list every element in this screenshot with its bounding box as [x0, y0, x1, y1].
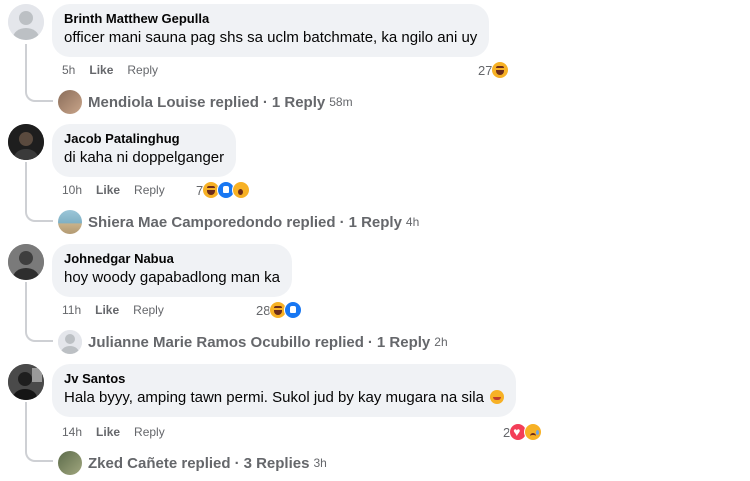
comment-author[interactable]: Brinth Matthew Gepulla — [64, 11, 477, 27]
replied-label: replied — [181, 454, 231, 472]
avatar — [58, 451, 82, 475]
reply-count: 1 Reply — [271, 93, 326, 111]
view-replies-link[interactable]: Shiera Mae Camporedondo replied · 1 Reply … — [58, 210, 419, 234]
comment-time[interactable]: 10h — [62, 183, 82, 197]
thread-elbow — [25, 330, 53, 342]
avatar — [58, 90, 82, 114]
angry-face-emoji-icon — [490, 390, 505, 404]
comment-actions: 14h Like Reply — [62, 425, 165, 439]
reaction-summary[interactable]: 28 — [256, 301, 303, 319]
reply-button[interactable]: Reply — [133, 303, 164, 317]
avatar[interactable] — [8, 244, 44, 280]
reply-count: 3 Replies — [243, 454, 310, 472]
reaction-count: 28 — [256, 302, 271, 318]
like-button[interactable]: Like — [95, 303, 119, 317]
avatar[interactable] — [8, 4, 44, 40]
sad-reaction-icon — [524, 423, 543, 441]
separator: · — [262, 93, 268, 111]
comment-time[interactable]: 14h — [62, 425, 82, 439]
comment-text: Hala byyy, amping tawn permi. Sukol jud … — [64, 388, 505, 408]
comment-bubble: Jacob Patalinghug di kaha ni doppelgange… — [52, 124, 237, 177]
reply-count: 1 Reply — [348, 213, 402, 231]
separator: · — [339, 213, 345, 231]
comment-actions: 5h Like Reply — [62, 63, 158, 77]
profile-photo-icon — [8, 364, 44, 400]
like-button[interactable]: Like — [89, 63, 113, 77]
replier-name: Mendiola Louise — [88, 93, 206, 111]
reply-count: 1 Reply — [376, 333, 431, 351]
replied-label: replied — [314, 333, 364, 351]
comment-author[interactable]: Johnedgar Nabua — [64, 251, 280, 267]
avatar[interactable] — [8, 364, 44, 400]
profile-photo-icon — [8, 244, 44, 280]
reply-button[interactable]: Reply — [134, 425, 165, 439]
comment-bubble: Jv Santos Hala byyy, amping tawn permi. … — [52, 364, 517, 417]
comment-author[interactable]: Jv Santos — [64, 371, 504, 387]
reply-button[interactable]: Reply — [134, 183, 165, 197]
thread-elbow — [25, 90, 53, 102]
reaction-summary[interactable]: 27 — [478, 61, 510, 79]
like-reaction-icon — [284, 301, 303, 319]
view-replies-link[interactable]: Mendiola Louise replied · 1 Reply 58m — [58, 90, 353, 114]
haha-reaction-icon — [491, 61, 510, 79]
reply-time: 4h — [405, 215, 420, 229]
thread-line — [25, 44, 27, 92]
reply-time: 2h — [434, 335, 448, 349]
reaction-count: 27 — [478, 62, 493, 78]
comment-text: di kaha ni doppelganger — [64, 149, 225, 166]
reply-button[interactable]: Reply — [127, 63, 158, 77]
thread-line — [25, 162, 27, 212]
separator: · — [234, 454, 240, 472]
comment-text: hoy woody gapabadlong man ka — [64, 269, 280, 286]
wow-reaction-icon — [232, 181, 251, 199]
thread-line — [25, 282, 27, 332]
like-button[interactable]: Like — [96, 425, 120, 439]
view-replies-link[interactable]: Zked Cañete replied · 3 Replies 3h — [58, 451, 327, 475]
comment-time[interactable]: 11h — [62, 303, 81, 317]
separator: · — [367, 333, 373, 351]
view-replies-link[interactable]: Julianne Marie Ramos Ocubillo replied · 1 … — [58, 330, 448, 354]
replies-summary: Zked Cañete replied · 3 Replies — [88, 455, 309, 472]
default-profile-icon — [8, 4, 44, 40]
comment-text: officer mani sauna pag shs sa uclm batch… — [64, 29, 478, 46]
comment-time[interactable]: 5h — [62, 63, 75, 77]
thread-elbow — [25, 210, 53, 222]
replied-label: replied — [286, 213, 336, 231]
reply-time: 3h — [313, 456, 327, 470]
replies-summary: Shiera Mae Camporedondo replied · 1 Reply — [88, 214, 402, 231]
replier-name: Julianne Marie Ramos Ocubillo — [88, 333, 311, 351]
reaction-summary[interactable]: 2 — [503, 423, 543, 441]
comment-bubble: Brinth Matthew Gepulla officer mani saun… — [52, 4, 490, 57]
comment-actions: 10h Like Reply — [62, 183, 165, 197]
comment-bubble: Johnedgar Nabua hoy woody gapabadlong ma… — [52, 244, 292, 297]
comment-text-content: Hala byyy, amping tawn permi. Sukol jud … — [64, 389, 484, 406]
replies-summary: Mendiola Louise replied · 1 Reply — [88, 94, 325, 111]
replier-name: Shiera Mae Camporedondo — [88, 213, 283, 231]
thread-elbow — [25, 450, 53, 462]
default-profile-icon — [58, 330, 82, 354]
avatar[interactable] — [8, 124, 44, 160]
thread-line — [25, 402, 27, 452]
reaction-summary[interactable]: 7 — [196, 181, 251, 199]
comment-actions: 11h Like Reply — [62, 303, 164, 317]
replied-label: replied — [209, 93, 259, 111]
avatar — [58, 210, 82, 234]
replier-name: Zked Cañete — [88, 454, 178, 472]
comment-author[interactable]: Jacob Patalinghug — [64, 131, 224, 147]
avatar — [58, 330, 82, 354]
reply-time: 58m — [329, 95, 353, 109]
like-button[interactable]: Like — [96, 183, 120, 197]
replies-summary: Julianne Marie Ramos Ocubillo replied · 1 … — [88, 334, 430, 351]
profile-photo-icon — [8, 124, 44, 160]
